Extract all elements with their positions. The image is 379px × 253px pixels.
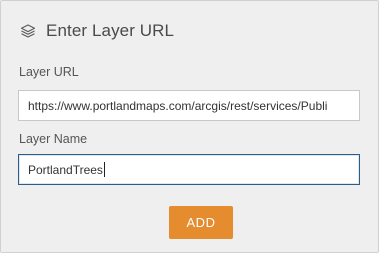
add-layer-panel: Enter Layer URL Layer URL https://www.po…	[0, 0, 379, 253]
text-cursor	[103, 162, 105, 177]
panel-header: Enter Layer URL	[19, 18, 174, 44]
layer-name-label: Layer Name	[19, 132, 88, 146]
layers-icon	[19, 22, 37, 40]
layer-url-value: https://www.portlandmaps.com/arcgis/rest…	[28, 98, 328, 113]
layer-name-input[interactable]: PortlandTrees	[18, 154, 360, 185]
add-button[interactable]: ADD	[169, 206, 233, 239]
panel-title: Enter Layer URL	[46, 21, 175, 40]
layer-name-value: PortlandTrees	[28, 162, 103, 177]
layer-url-label: Layer URL	[19, 65, 79, 79]
layer-url-input[interactable]: https://www.portlandmaps.com/arcgis/rest…	[18, 90, 360, 121]
